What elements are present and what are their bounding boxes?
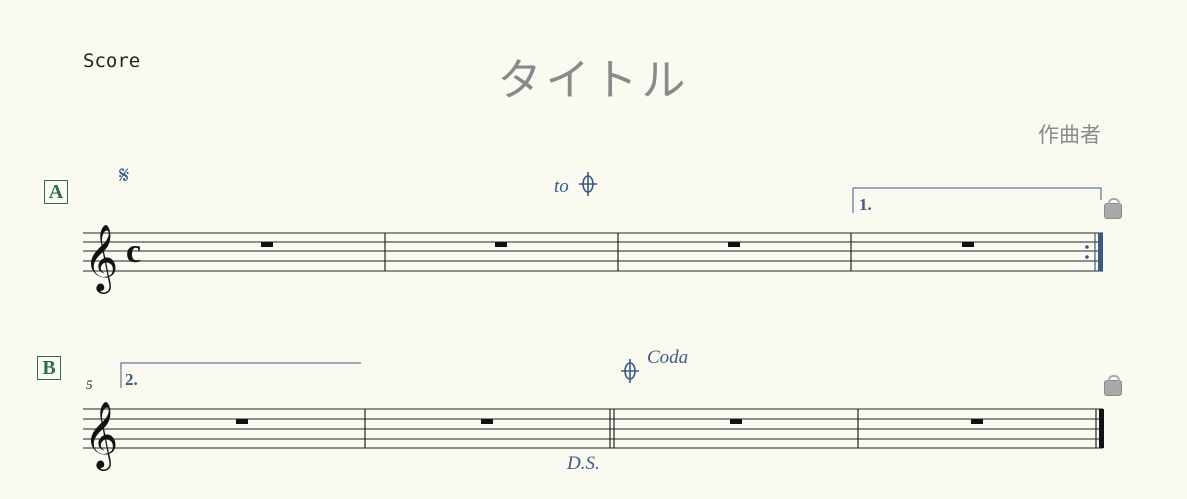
volta-1-bracket	[852, 187, 1102, 213]
time-signature: c	[126, 233, 141, 270]
repeat-end-barline	[1085, 233, 1103, 271]
whole-rest-icon	[962, 242, 974, 247]
whole-rest-icon	[481, 419, 493, 424]
staff-1	[83, 232, 1103, 272]
whole-rest-icon	[971, 419, 983, 424]
whole-rest-icon	[730, 419, 742, 424]
whole-rest-icon	[236, 419, 248, 424]
whole-rest-icon	[728, 242, 740, 247]
coda-icon	[579, 172, 597, 196]
treble-clef-icon: 𝄞	[84, 400, 118, 471]
volta-2-bracket	[120, 362, 361, 388]
whole-rest-icon	[495, 242, 507, 247]
segno-icon: 𝄋	[119, 161, 129, 189]
whole-rest-icon	[261, 242, 273, 247]
staff-2	[83, 408, 1103, 449]
treble-clef-icon: 𝄞	[84, 223, 118, 294]
coda-icon	[621, 359, 639, 383]
score-canvas: 𝄞 c 𝄋 𝄞	[83, 161, 1104, 471]
